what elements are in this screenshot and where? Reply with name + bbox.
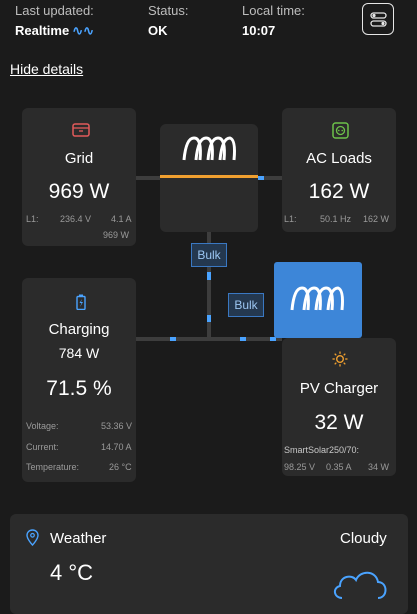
ac-loads-frequency: 50.1 Hz <box>320 214 352 224</box>
battery-current: 14.70 A <box>101 442 132 452</box>
toggle-icon <box>370 12 387 27</box>
battery-temperature-label: Temperature: <box>26 462 80 472</box>
status-value: OK <box>148 23 168 38</box>
victron-logo-icon <box>290 286 344 311</box>
battery-temperature: 26 °C <box>109 462 132 472</box>
battery-voltage: 53.36 V <box>101 421 133 431</box>
inverter-card[interactable] <box>160 124 258 232</box>
ac-loads-title: AC Loads <box>306 150 372 167</box>
grid-power: 969 W <box>48 180 110 203</box>
ac-outlet-icon <box>332 122 349 139</box>
pv-device-name: SmartSolar250/70: <box>284 445 360 455</box>
pv-charger-power: 32 W <box>314 411 364 434</box>
charger-state-badge: Bulk <box>228 293 264 317</box>
pv-voltage: 98.25 V <box>284 462 316 472</box>
weather-condition: Cloudy <box>340 530 387 547</box>
last-updated-value: Realtime ∿∿ <box>15 23 94 39</box>
ac-loads-card[interactable]: AC Loads 162 W L1: 50.1 Hz 162 W <box>282 108 396 232</box>
pv-power-small: 34 W <box>368 462 390 472</box>
realtime-wave-icon: ∿∿ <box>72 23 94 38</box>
dc-bus-line <box>136 337 282 341</box>
ac-loads-power: 162 W <box>308 180 370 203</box>
ac-loads-l1-label: L1: <box>284 214 297 224</box>
grid-current: 4.1 A <box>111 214 132 224</box>
grid-inverter-line <box>136 176 160 180</box>
battery-state: Charging <box>48 321 110 338</box>
cloud-icon <box>334 571 387 599</box>
location-pin-icon <box>26 529 39 546</box>
flow-dot <box>207 315 211 322</box>
ac-loads-power-small: 162 W <box>363 214 390 224</box>
local-time-label: Local time: <box>242 3 305 18</box>
weather-temperature: 4 °C <box>50 560 94 585</box>
weather-title: Weather <box>50 530 107 547</box>
grid-card[interactable]: Grid 969 W L1: 236.4 V 4.1 A 969 W <box>22 108 136 246</box>
flow-dot <box>170 337 176 341</box>
hide-details-link[interactable]: Hide details <box>10 61 83 77</box>
pv-current: 0.35 A <box>326 462 352 472</box>
grid-voltage: 236.4 V <box>60 214 92 224</box>
grid-power-small: 969 W <box>103 230 130 240</box>
pv-charger-card[interactable]: PV Charger 32 W SmartSolar250/70: 98.25 … <box>282 338 396 476</box>
battery-soc: 71.5 % <box>46 377 112 400</box>
victron-logo-icon <box>182 136 236 161</box>
flow-dot <box>240 337 246 341</box>
battery-voltage-label: Voltage: <box>26 421 59 431</box>
inverter-state-badge: Bulk <box>191 243 227 267</box>
inverter-orange-bar <box>160 175 258 178</box>
battery-power: 784 W <box>58 345 100 361</box>
weather-card[interactable]: Weather Cloudy 4 °C <box>10 514 408 614</box>
battery-icon <box>76 294 86 310</box>
flow-dot <box>207 272 211 280</box>
grid-title: Grid <box>64 150 94 167</box>
status-label: Status: <box>148 3 189 18</box>
last-updated-text: Realtime <box>15 23 70 38</box>
battery-card[interactable]: Charging 784 W 71.5 % Voltage: 53.36 V C… <box>22 278 136 482</box>
battery-current-label: Current: <box>26 442 59 452</box>
grid-l1-label: L1: <box>26 214 39 224</box>
solar-charger-device[interactable] <box>274 262 362 338</box>
pv-charger-title: PV Charger <box>299 380 379 397</box>
sun-icon <box>332 351 348 367</box>
grid-icon <box>72 123 90 137</box>
local-time-value: 10:07 <box>242 23 276 38</box>
view-toggle-button[interactable] <box>362 3 394 35</box>
last-updated-label: Last updated: <box>15 3 94 18</box>
flow-dot <box>258 176 264 180</box>
